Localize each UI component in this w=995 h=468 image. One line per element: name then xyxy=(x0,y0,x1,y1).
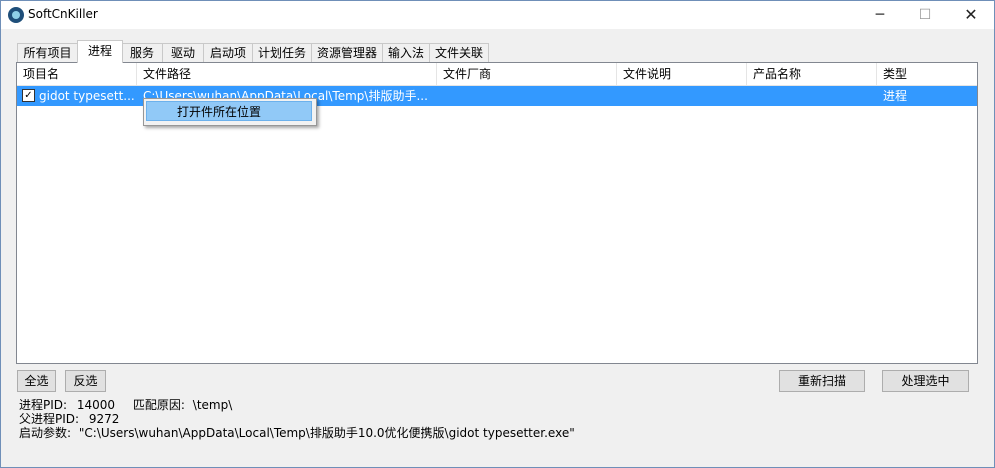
rescan-button[interactable]: 重新扫描 xyxy=(779,370,865,392)
column-header-path[interactable]: 文件路径 xyxy=(137,63,437,85)
match-value: \temp\ xyxy=(192,398,233,412)
match-label: 匹配原因: xyxy=(132,398,185,412)
tab-all-items[interactable]: 所有项目 xyxy=(17,43,78,63)
context-menu: 打开件所在位置 xyxy=(143,98,317,126)
column-header-description[interactable]: 文件说明 xyxy=(617,63,747,85)
row-type: 进程 xyxy=(883,89,908,103)
column-header-type[interactable]: 类型 xyxy=(877,63,977,85)
tab-explorer[interactable]: 资源管理器 xyxy=(311,43,383,63)
title-bar: SoftCnKiller ─ ☐ ✕ xyxy=(1,1,994,29)
column-header-product[interactable]: 产品名称 xyxy=(747,63,877,85)
row-vendor xyxy=(443,86,613,106)
menu-item-open-file-location[interactable]: 打开件所在位置 xyxy=(146,101,312,121)
args-value: "C:\Users\wuhan\AppData\Local\Temp\排版助手1… xyxy=(78,426,575,440)
process-selected-button[interactable]: 处理选中 xyxy=(882,370,969,392)
main-window: SoftCnKiller ─ ☐ ✕ 所有项目 进程 服务 驱动 启动项 计划任… xyxy=(0,0,995,468)
row-description xyxy=(623,86,743,106)
app-icon xyxy=(8,7,24,23)
select-all-button[interactable]: 全选 xyxy=(17,370,56,392)
tab-startup[interactable]: 启动项 xyxy=(203,43,253,63)
close-icon[interactable]: ✕ xyxy=(948,1,994,29)
args-line: 启动参数: "C:\Users\wuhan\AppData\Local\Temp… xyxy=(19,424,575,441)
maximize-icon[interactable]: ☐ xyxy=(902,1,948,29)
column-header-vendor[interactable]: 文件厂商 xyxy=(437,63,617,85)
tab-drivers[interactable]: 驱动 xyxy=(162,43,204,63)
invert-selection-button[interactable]: 反选 xyxy=(65,370,106,392)
column-header-name[interactable]: 项目名 xyxy=(17,63,137,85)
row-checkbox[interactable]: ✓ xyxy=(22,89,35,102)
args-label: 启动参数: xyxy=(19,426,72,440)
list-header: 项目名 文件路径 文件厂商 文件说明 产品名称 类型 xyxy=(17,63,977,86)
tab-process[interactable]: 进程 xyxy=(77,40,123,63)
tab-input-method[interactable]: 输入法 xyxy=(382,43,430,63)
tab-file-association[interactable]: 文件关联 xyxy=(429,43,489,63)
minimize-icon[interactable]: ─ xyxy=(857,1,903,29)
window-title: SoftCnKiller xyxy=(28,7,98,21)
row-name: gidot typesett... xyxy=(39,89,135,103)
tab-scheduled-tasks[interactable]: 计划任务 xyxy=(252,43,312,63)
row-product xyxy=(753,86,873,106)
tab-services[interactable]: 服务 xyxy=(121,43,163,63)
